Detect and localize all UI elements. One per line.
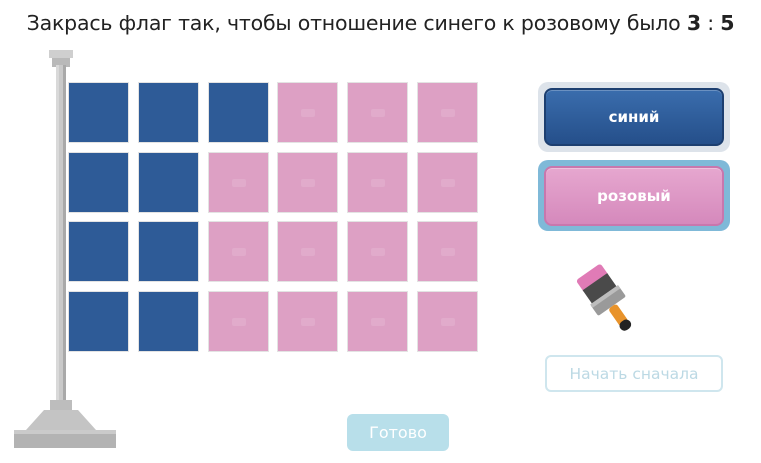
flag-cell-pink[interactable] — [277, 82, 338, 143]
done-button[interactable]: Готово — [347, 414, 449, 451]
flag-cell-pink[interactable] — [347, 82, 408, 143]
flag-cell-blue[interactable] — [68, 221, 129, 282]
ratio-blue: 3 — [686, 11, 701, 35]
flag-cell-pink[interactable] — [277, 221, 338, 282]
flag-cell-pink[interactable] — [208, 152, 269, 213]
flag-cell-blue[interactable] — [68, 152, 129, 213]
restart-button[interactable]: Начать сначала — [545, 355, 723, 392]
pink-color-button[interactable]: розовый — [544, 166, 724, 226]
flag-cell-pink[interactable] — [208, 221, 269, 282]
flag-cell-pink[interactable] — [347, 291, 408, 352]
flag-cell-blue[interactable] — [68, 82, 129, 143]
flag-cell-pink[interactable] — [417, 152, 478, 213]
blue-color-button[interactable]: синий — [544, 88, 724, 146]
flag-cell-pink[interactable] — [208, 291, 269, 352]
flag-cell-blue[interactable] — [138, 291, 199, 352]
flag-cell-blue[interactable] — [138, 221, 199, 282]
flag-cell-pink[interactable] — [417, 291, 478, 352]
paintbrush-icon — [576, 264, 632, 331]
ratio-pink: 5 — [720, 11, 735, 35]
flag-cell-blue[interactable] — [138, 82, 199, 143]
flag-cell-blue[interactable] — [138, 152, 199, 213]
flag-cell-pink[interactable] — [277, 291, 338, 352]
flag-cell-pink[interactable] — [277, 152, 338, 213]
flag-cell-blue[interactable] — [208, 82, 269, 143]
flag-cell-pink[interactable] — [417, 82, 478, 143]
flag-cell-pink[interactable] — [347, 221, 408, 282]
flag-cell-pink[interactable] — [417, 221, 478, 282]
ratio-separator: : — [700, 11, 721, 35]
flag-cell-pink[interactable] — [347, 152, 408, 213]
flag-cell-blue[interactable] — [68, 291, 129, 352]
